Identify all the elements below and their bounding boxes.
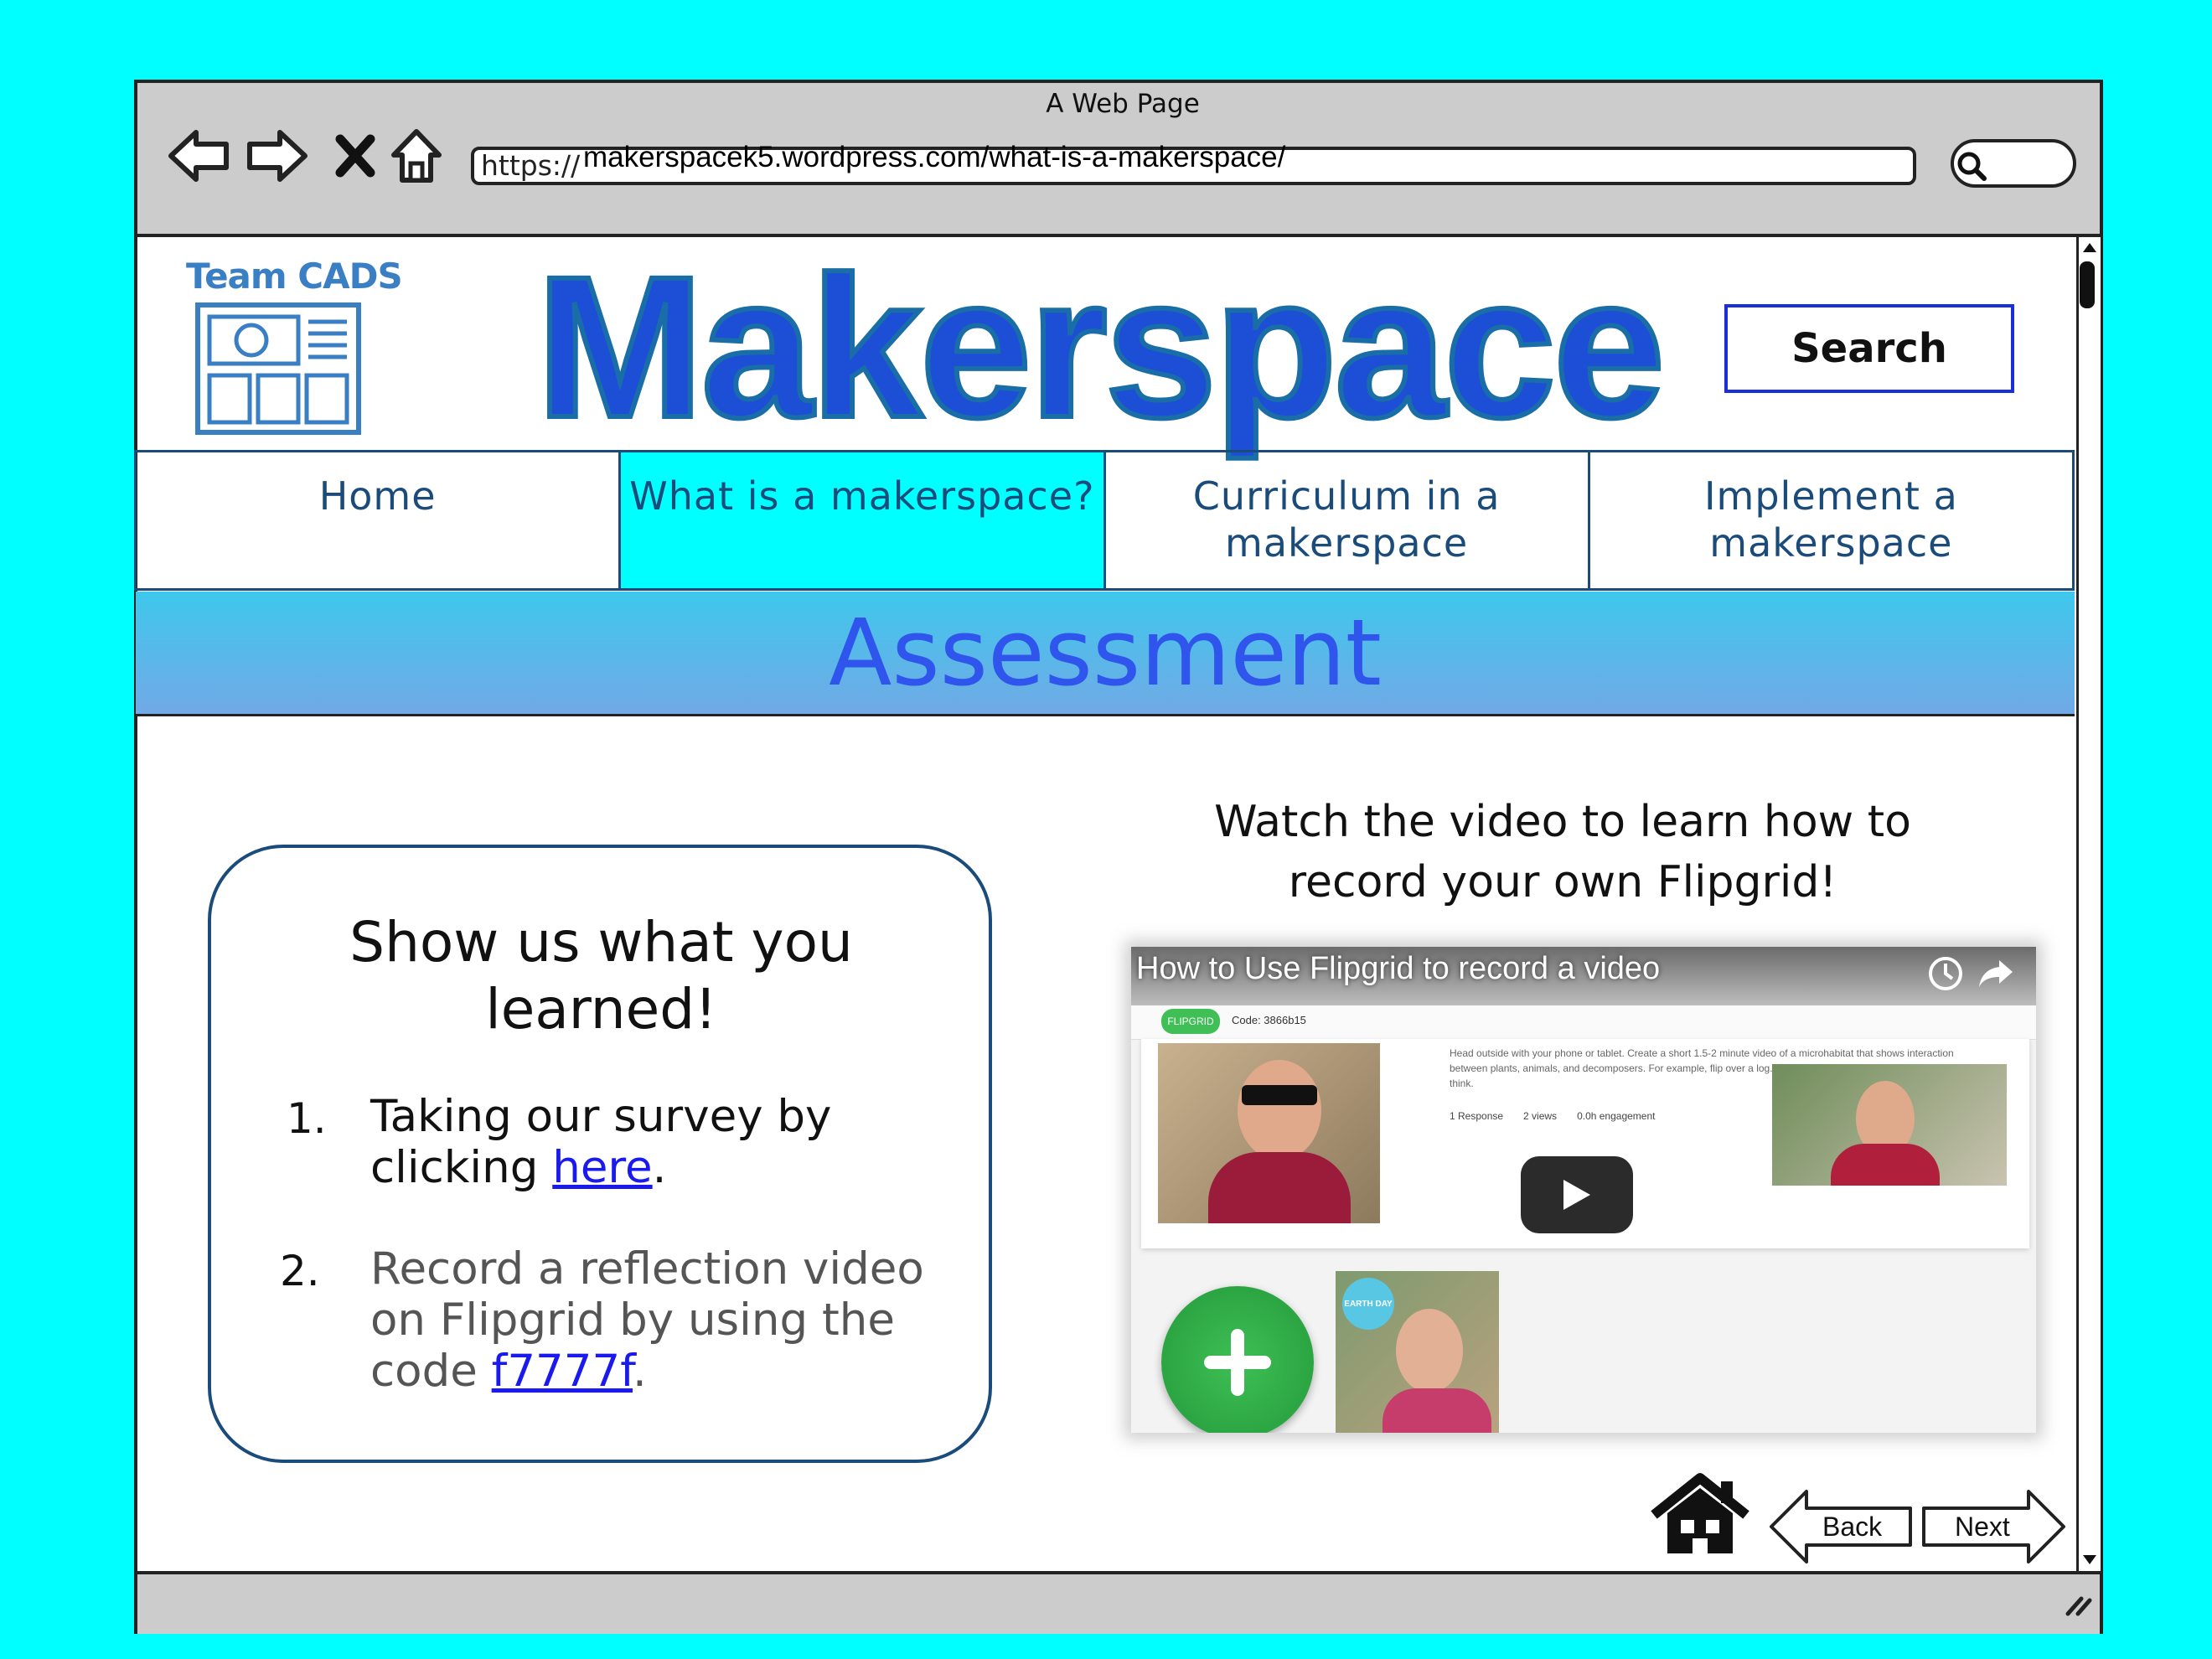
nav-bar: Home What is a makerspace? Curriculum in… — [134, 450, 2075, 591]
list-item-survey: Taking our survey by clicking here. — [370, 1091, 940, 1193]
section-title: Assessment — [829, 599, 1382, 706]
flipgrid-logo: FLIPGRID — [1161, 1009, 1220, 1034]
list-number: 2. — [280, 1247, 320, 1295]
list-item-flipgrid: Record a reflection video on Flipgrid by… — [370, 1243, 974, 1397]
stat-engagement: 0.0h engagement — [1577, 1110, 1656, 1122]
response-thumbnail — [1772, 1064, 2007, 1186]
scroll-down-icon[interactable] — [2081, 1553, 2098, 1571]
video-caption: Watch the video to learn how to record y… — [1214, 797, 1911, 907]
face — [1238, 1060, 1321, 1160]
resize-grip-icon[interactable] — [2063, 1592, 2093, 1620]
sunglasses-icon — [1242, 1085, 1317, 1105]
add-response-button[interactable] — [1161, 1286, 1314, 1433]
stat-responses: 1 Response — [1450, 1110, 1504, 1122]
nav-item-what-is-a-makerspace[interactable]: What is a makerspace? — [621, 452, 1106, 588]
list-item-text: Record a reflection video on Flipgrid by… — [370, 1243, 924, 1397]
window-title: A Web Page — [1046, 89, 1200, 119]
response-video-thumbnail[interactable]: EARTH DAY — [1336, 1271, 1499, 1433]
topic-stats: 1 Response 2 views 0.0h engagement — [1450, 1110, 1655, 1122]
nav-item-curriculum[interactable]: Curriculum in a makerspace — [1106, 452, 1590, 588]
team-label: Team CADS — [186, 256, 403, 297]
layout-logo-icon — [194, 302, 362, 436]
shirt — [1208, 1152, 1351, 1223]
status-bar — [137, 1571, 2100, 1634]
list-number: 1. — [287, 1094, 327, 1143]
next-button-label[interactable]: Next — [1955, 1512, 2010, 1543]
video-player[interactable]: FLIPGRID Code: 3866b15 Head outside with… — [1131, 947, 2036, 1433]
watch-later-icon[interactable] — [1927, 955, 1964, 995]
back-arrow-icon[interactable] — [166, 126, 231, 186]
page-title: Makerspace — [534, 234, 1667, 460]
card-heading: Show us what you learned! — [349, 910, 853, 1041]
play-button[interactable] — [1521, 1156, 1633, 1233]
forward-arrow-icon[interactable] — [245, 126, 310, 186]
flipgrid-code: Code: 3866b15 — [1232, 1014, 1306, 1026]
home-nav-icon[interactable] — [1651, 1473, 1749, 1560]
scroll-up-icon[interactable] — [2081, 240, 2098, 258]
presenter-thumbnail — [1158, 1043, 1380, 1223]
home-icon[interactable] — [389, 126, 444, 186]
nav-item-implement[interactable]: Implement a makerspace — [1590, 452, 2075, 588]
earth-day-badge: EARTH DAY — [1342, 1278, 1394, 1330]
scroll-thumb[interactable] — [2080, 261, 2095, 308]
back-button-label[interactable]: Back — [1822, 1512, 1882, 1543]
search-button[interactable]: Search — [1724, 304, 2014, 393]
list-item-suffix: . — [633, 1346, 647, 1397]
flipgrid-code-link[interactable]: f7777f — [492, 1346, 633, 1397]
share-icon[interactable] — [1977, 957, 2014, 994]
search-icon[interactable] — [1955, 149, 1988, 186]
video-title: How to Use Flipgrid to record a video — [1136, 951, 1661, 986]
face — [1396, 1309, 1463, 1393]
url-text[interactable]: makerspacek5.wordpress.com/what-is-a-mak… — [583, 141, 1285, 174]
survey-link[interactable]: here — [552, 1142, 652, 1193]
nav-item-home[interactable]: Home — [134, 452, 622, 588]
list-item-suffix: . — [652, 1142, 667, 1193]
stop-icon[interactable] — [332, 126, 379, 186]
url-prefix: https:// — [481, 149, 581, 182]
scrollbar[interactable] — [2076, 237, 2101, 1571]
shirt — [1831, 1144, 1940, 1186]
section-banner: Assessment — [136, 592, 2075, 716]
stat-views: 2 views — [1523, 1110, 1558, 1122]
shirt — [1382, 1388, 1491, 1433]
